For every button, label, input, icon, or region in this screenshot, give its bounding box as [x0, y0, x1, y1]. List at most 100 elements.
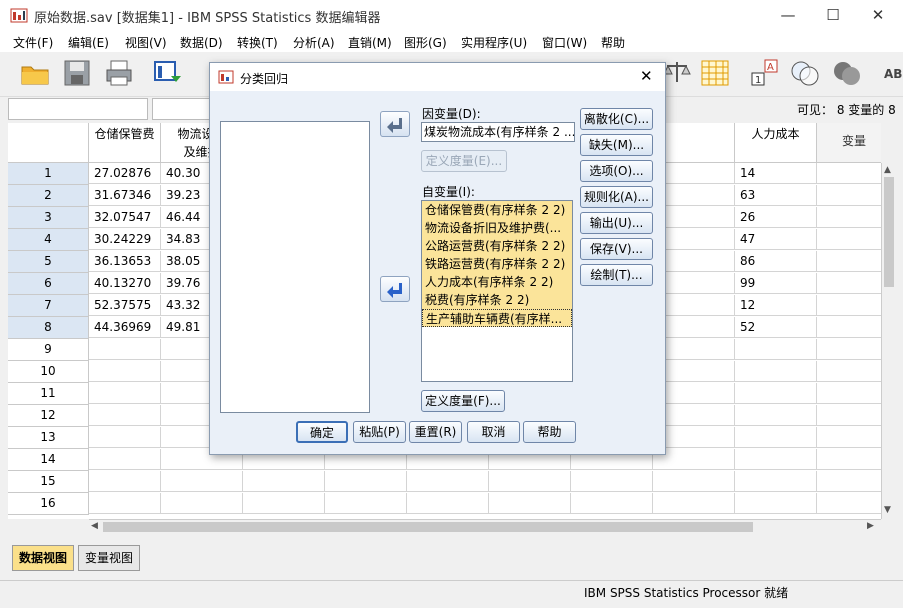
- recall-dialog-icon[interactable]: [153, 58, 183, 88]
- table-cell[interactable]: [817, 317, 881, 338]
- cell-value-field[interactable]: [152, 98, 214, 120]
- table-cell[interactable]: [817, 471, 881, 492]
- menu-data[interactable]: 数据(D): [180, 34, 223, 51]
- help-button[interactable]: 帮助: [523, 421, 576, 443]
- table-cell[interactable]: [817, 295, 881, 316]
- options-button[interactable]: 选项(O)...: [580, 160, 653, 182]
- minimize-button[interactable]: —: [765, 0, 811, 30]
- table-cell[interactable]: 52: [735, 317, 817, 338]
- table-cell[interactable]: [89, 427, 161, 448]
- dependent-variable-field[interactable]: 煤炭物流成本(有序样条 2 ...: [421, 122, 575, 142]
- maximize-button[interactable]: ☐: [810, 0, 856, 30]
- output-button[interactable]: 输出(U)...: [580, 212, 653, 234]
- table-cell[interactable]: [817, 383, 881, 404]
- menu-window[interactable]: 窗口(W): [542, 34, 587, 51]
- row-header[interactable]: 8: [8, 317, 89, 339]
- table-cell[interactable]: 52.37575: [89, 295, 161, 316]
- row-header[interactable]: 6: [8, 273, 89, 295]
- print-icon[interactable]: [104, 58, 134, 88]
- scroll-right-arrow-icon[interactable]: ▶: [867, 521, 874, 531]
- row-header[interactable]: 13: [8, 427, 89, 449]
- vertical-scrollbar[interactable]: ▲ ▼: [881, 163, 896, 519]
- scroll-left-arrow-icon[interactable]: ◀: [91, 521, 98, 531]
- table-cell[interactable]: [89, 405, 161, 426]
- independent-variable-list[interactable]: 仓储保管费(有序样条 2 2) 物流设备折旧及维护费(... 公路运营费(有序样条 …: [421, 200, 573, 382]
- row-header[interactable]: 11: [8, 383, 89, 405]
- save-button[interactable]: 保存(V)...: [580, 238, 653, 260]
- table-cell[interactable]: [89, 339, 161, 360]
- table-cell[interactable]: [817, 339, 881, 360]
- define-scale-dependent-button[interactable]: 定义度量(E)...: [421, 150, 507, 172]
- table-cell[interactable]: [407, 493, 489, 514]
- table-cell[interactable]: [817, 427, 881, 448]
- regularization-button[interactable]: 规则化(A)...: [580, 186, 653, 208]
- column-header[interactable]: 人力成本: [735, 123, 817, 163]
- table-cell[interactable]: [817, 229, 881, 250]
- row-header[interactable]: 4: [8, 229, 89, 251]
- column-header[interactable]: 变量: [817, 123, 881, 163]
- menu-view[interactable]: 视图(V): [125, 34, 167, 51]
- table-cell[interactable]: [735, 493, 817, 514]
- table-cell[interactable]: [817, 405, 881, 426]
- cancel-button[interactable]: 取消: [467, 421, 520, 443]
- reset-button[interactable]: 重置(R): [409, 421, 462, 443]
- move-to-independent-button[interactable]: [380, 276, 410, 302]
- independent-variable-item[interactable]: 铁路运营费(有序样条 2 2): [422, 255, 572, 273]
- table-cell[interactable]: [243, 493, 325, 514]
- table-cell[interactable]: [735, 383, 817, 404]
- row-header[interactable]: 3: [8, 207, 89, 229]
- table-cell[interactable]: [489, 493, 571, 514]
- table-cell[interactable]: 86: [735, 251, 817, 272]
- table-cell[interactable]: 12: [735, 295, 817, 316]
- table-cell[interactable]: [817, 493, 881, 514]
- value-labels-icon[interactable]: A 1: [750, 58, 780, 88]
- table-cell[interactable]: [817, 449, 881, 470]
- table-cell[interactable]: [161, 493, 243, 514]
- column-header[interactable]: 仓储保管费: [89, 123, 161, 163]
- table-cell[interactable]: [817, 207, 881, 228]
- independent-variable-item[interactable]: 生产辅助车辆费(有序样...: [422, 309, 572, 327]
- row-header[interactable]: 12: [8, 405, 89, 427]
- menu-file[interactable]: 文件(F): [13, 34, 53, 51]
- table-cell[interactable]: [653, 471, 735, 492]
- menu-analyze[interactable]: 分析(A): [293, 34, 335, 51]
- table-cell[interactable]: [735, 471, 817, 492]
- move-to-dependent-button[interactable]: [380, 111, 410, 137]
- tab-variable-view[interactable]: 变量视图: [78, 545, 141, 571]
- row-header[interactable]: 15: [8, 471, 89, 493]
- table-cell[interactable]: 32.07547: [89, 207, 161, 228]
- menu-transform[interactable]: 转换(T): [237, 34, 278, 51]
- independent-variable-item[interactable]: 人力成本(有序样条 2 2): [422, 273, 572, 291]
- menu-direct-marketing[interactable]: 直销(M): [348, 34, 392, 51]
- table-cell[interactable]: [817, 273, 881, 294]
- table-cell[interactable]: 44.36969: [89, 317, 161, 338]
- ok-button[interactable]: 确定: [296, 421, 348, 443]
- table-cell[interactable]: 14: [735, 163, 817, 184]
- table-cell[interactable]: [735, 339, 817, 360]
- table-cell[interactable]: [89, 471, 161, 492]
- show-all-variables-icon[interactable]: [832, 58, 862, 88]
- scroll-up-arrow-icon[interactable]: ▲: [884, 165, 894, 175]
- open-folder-icon[interactable]: [20, 58, 50, 88]
- table-cell[interactable]: [243, 471, 325, 492]
- table-cell[interactable]: [89, 383, 161, 404]
- cell-reference-field[interactable]: [8, 98, 148, 120]
- plots-button[interactable]: 绘制(T)...: [580, 264, 653, 286]
- save-icon[interactable]: [62, 58, 92, 88]
- table-cell[interactable]: [89, 493, 161, 514]
- table-cell[interactable]: 30.24229: [89, 229, 161, 250]
- row-header[interactable]: 16: [8, 493, 89, 515]
- tab-data-view[interactable]: 数据视图: [12, 545, 75, 571]
- table-cell[interactable]: [817, 251, 881, 272]
- table-cell[interactable]: [817, 163, 881, 184]
- row-header[interactable]: 2: [8, 185, 89, 207]
- grid-table-icon[interactable]: [700, 58, 730, 88]
- table-cell[interactable]: 40.13270: [89, 273, 161, 294]
- use-variable-sets-icon[interactable]: [790, 58, 820, 88]
- paste-button[interactable]: 粘贴(P): [353, 421, 406, 443]
- independent-variable-item[interactable]: 仓储保管费(有序样条 2 2): [422, 201, 572, 219]
- table-cell[interactable]: [817, 361, 881, 382]
- spell-check-icon[interactable]: AB: [880, 58, 903, 88]
- table-cell[interactable]: [735, 449, 817, 470]
- independent-variable-item[interactable]: 物流设备折旧及维护费(...: [422, 219, 572, 237]
